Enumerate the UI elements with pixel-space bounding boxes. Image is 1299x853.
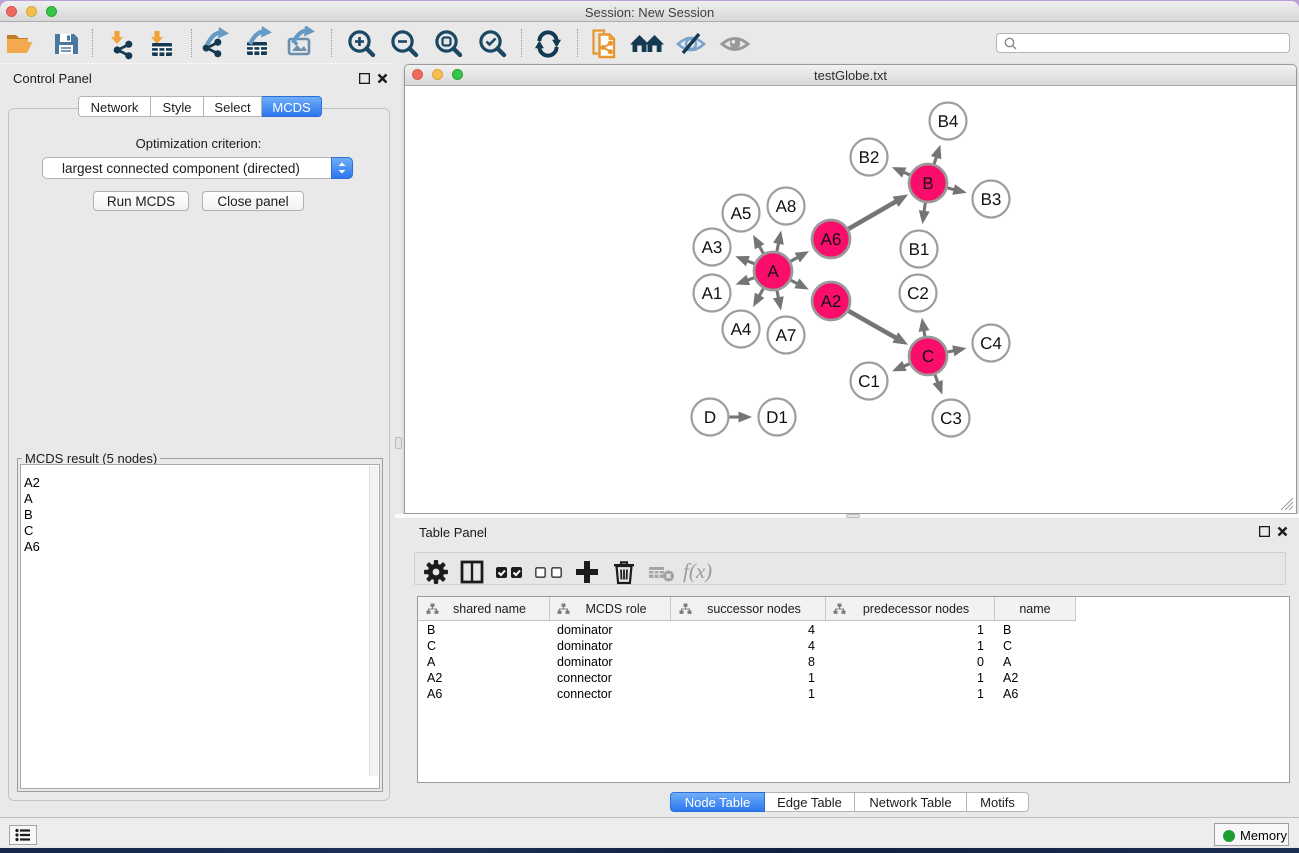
svg-text:A4: A4 <box>731 320 752 339</box>
svg-text:B4: B4 <box>938 112 959 131</box>
svg-text:C3: C3 <box>940 409 962 428</box>
svg-text:A2: A2 <box>821 292 842 311</box>
svg-text:C4: C4 <box>980 334 1002 353</box>
svg-text:C1: C1 <box>858 372 880 391</box>
svg-text:C2: C2 <box>907 284 929 303</box>
svg-text:B3: B3 <box>981 190 1002 209</box>
svg-text:A1: A1 <box>702 284 723 303</box>
svg-text:A6: A6 <box>821 230 842 249</box>
svg-text:A5: A5 <box>731 204 752 223</box>
svg-text:B: B <box>922 174 933 193</box>
svg-text:A: A <box>767 262 779 281</box>
svg-text:B1: B1 <box>909 240 930 259</box>
svg-text:D1: D1 <box>766 408 788 427</box>
svg-text:B2: B2 <box>859 148 880 167</box>
svg-text:C: C <box>922 347 934 366</box>
svg-text:A7: A7 <box>776 326 797 345</box>
svg-text:f(x): f(x) <box>683 559 712 583</box>
svg-text:A8: A8 <box>776 197 797 216</box>
svg-text:A3: A3 <box>702 238 723 257</box>
svg-text:D: D <box>704 408 716 427</box>
